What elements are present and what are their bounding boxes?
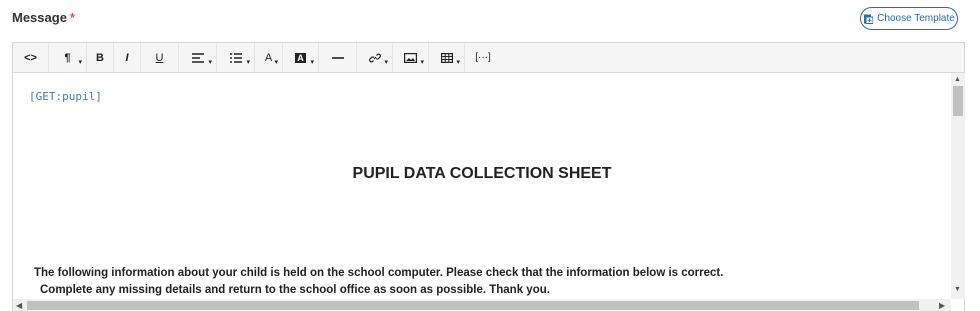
intro-line-2: Complete any missing details and return … xyxy=(40,284,550,296)
editor-content[interactable]: [GET:pupil] PUPIL DATA COLLECTION SHEET … xyxy=(13,73,951,299)
placeholder-label: [···] xyxy=(475,52,491,63)
code-view-label: <> xyxy=(24,51,37,64)
link-icon xyxy=(368,52,381,64)
table-button[interactable]: ▾ xyxy=(429,43,465,72)
bold-label: B xyxy=(96,51,104,64)
message-label: Message * xyxy=(12,10,75,25)
chevron-down-icon: ▾ xyxy=(384,59,388,66)
chevron-down-icon: ▾ xyxy=(208,59,212,66)
italic-label: I xyxy=(125,51,129,64)
align-icon xyxy=(191,52,204,63)
required-marker: * xyxy=(69,10,75,25)
intro-line-1: The following information about your chi… xyxy=(34,267,724,279)
table-icon xyxy=(440,52,453,63)
placeholder-button[interactable]: [···] xyxy=(465,43,501,72)
rich-text-editor: <> ¶ ▾ B I U ▾ ▾ A ▾ A ▾ ▾ ▾ ▾ [···] [GE… xyxy=(12,42,965,311)
horizontal-scroll-thumb[interactable] xyxy=(27,301,919,310)
message-label-text: Message xyxy=(12,10,67,25)
background-color-button[interactable]: A ▾ xyxy=(283,43,319,72)
underline-button[interactable]: U xyxy=(141,43,179,72)
scroll-right-icon[interactable]: ▶ xyxy=(939,301,945,310)
editor-toolbar: <> ¶ ▾ B I U ▾ ▾ A ▾ A ▾ ▾ ▾ ▾ [···] xyxy=(13,43,964,73)
paragraph-style-button[interactable]: ¶ ▾ xyxy=(49,43,87,72)
bold-button[interactable]: B xyxy=(87,43,114,72)
chevron-down-icon: ▾ xyxy=(310,59,314,66)
picture-icon xyxy=(404,52,417,63)
horizontal-scrollbar[interactable]: ◀ ▶ xyxy=(13,299,951,311)
font-color-icon: A xyxy=(264,51,273,64)
align-button[interactable]: ▾ xyxy=(179,43,217,72)
list-icon xyxy=(229,52,242,63)
choose-template-button[interactable]: Choose Template xyxy=(860,7,958,30)
code-view-button[interactable]: <> xyxy=(13,43,49,72)
paragraph-icon: ¶ xyxy=(64,51,71,64)
choose-template-label: Choose Template xyxy=(877,13,955,24)
chevron-down-icon: ▾ xyxy=(274,59,278,66)
font-color-button[interactable]: A ▾ xyxy=(255,43,283,72)
picture-button[interactable]: ▾ xyxy=(393,43,429,72)
scroll-down-icon[interactable]: ▼ xyxy=(954,286,961,293)
chevron-down-icon: ▾ xyxy=(246,59,250,66)
scroll-left-icon[interactable]: ◀ xyxy=(16,301,22,310)
italic-button[interactable]: I xyxy=(114,43,141,72)
chevron-down-icon: ▾ xyxy=(456,59,460,66)
template-icon xyxy=(863,14,874,24)
chevron-down-icon: ▾ xyxy=(78,59,82,66)
underline-label: U xyxy=(155,51,164,64)
vertical-scroll-thumb[interactable] xyxy=(953,86,963,116)
hr-icon xyxy=(331,56,344,60)
background-color-icon: A xyxy=(295,52,306,63)
horizontal-rule-button[interactable] xyxy=(319,43,357,72)
document-title: PUPIL DATA COLLECTION SHEET xyxy=(352,165,612,182)
list-button[interactable]: ▾ xyxy=(217,43,255,72)
chevron-down-icon: ▾ xyxy=(420,59,424,66)
vertical-scrollbar[interactable]: ▲ ▼ xyxy=(951,73,965,299)
scroll-up-icon[interactable]: ▲ xyxy=(954,76,961,83)
link-button[interactable]: ▾ xyxy=(357,43,393,72)
merge-tag: [GET:pupil] xyxy=(29,90,102,103)
